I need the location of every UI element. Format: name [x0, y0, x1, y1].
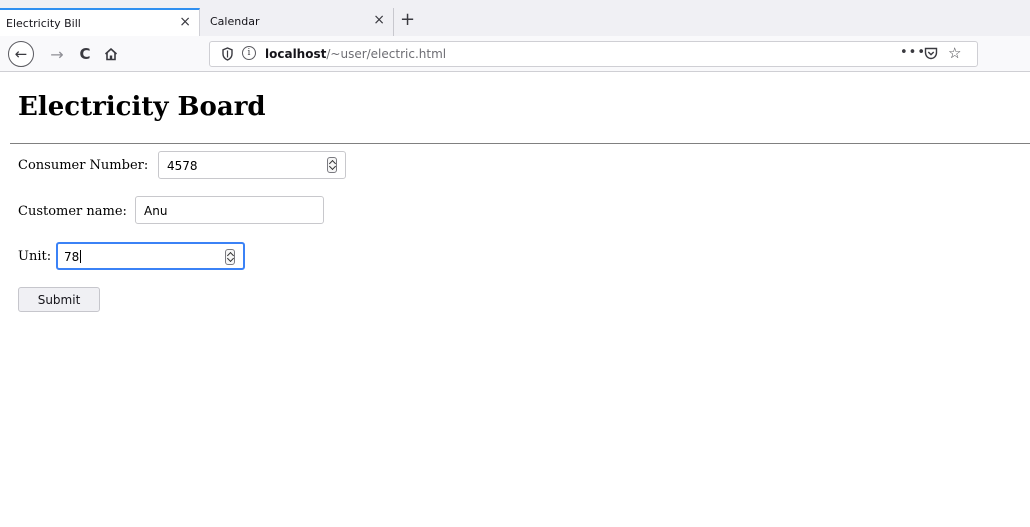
text-caret: [80, 250, 82, 263]
spinner-icon[interactable]: [327, 157, 337, 173]
forward-arrow-icon: →: [50, 44, 64, 64]
browser-window: Electricity Bill × Calendar × + ← → C i …: [0, 0, 1030, 527]
horizontal-rule: [10, 143, 1030, 144]
tab-title: Calendar: [210, 15, 260, 28]
tab-calendar[interactable]: Calendar ×: [201, 8, 394, 36]
tab-electricity-bill[interactable]: Electricity Bill ×: [0, 8, 200, 36]
page-content: Electricity Board Consumer Number: 4578 …: [10, 73, 1030, 527]
url-host: localhost: [265, 47, 327, 61]
customer-name-input[interactable]: Anu: [135, 196, 324, 224]
tab-strip: Electricity Bill × Calendar × +: [0, 0, 1030, 36]
tab-title: Electricity Bill: [6, 17, 81, 30]
back-button[interactable]: ←: [8, 41, 34, 67]
pocket-icon[interactable]: [924, 47, 938, 60]
reload-icon: C: [79, 45, 91, 63]
info-icon[interactable]: i: [242, 46, 256, 60]
reload-button[interactable]: C: [74, 41, 96, 67]
forward-button[interactable]: →: [46, 41, 68, 67]
consumer-number-label: Consumer Number:: [18, 158, 149, 173]
consumer-number-value: 4578: [167, 159, 198, 173]
url-text[interactable]: localhost/~user/electric.html: [265, 47, 446, 61]
close-icon[interactable]: ×: [179, 14, 191, 30]
unit-value: 78: [64, 250, 82, 264]
page-title: Electricity Board: [18, 92, 266, 122]
back-arrow-icon: ←: [14, 45, 28, 63]
more-icon[interactable]: •••: [900, 45, 926, 60]
home-button[interactable]: [100, 41, 122, 67]
unit-label: Unit:: [18, 249, 52, 264]
plus-icon[interactable]: +: [400, 10, 415, 30]
shield-icon[interactable]: [222, 47, 233, 61]
home-icon: [104, 48, 118, 61]
consumer-number-input[interactable]: 4578: [158, 151, 346, 179]
customer-name-value: Anu: [144, 204, 168, 218]
spinner-icon[interactable]: [225, 249, 235, 265]
url-bar[interactable]: i localhost/~user/electric.html ••• ☆: [209, 41, 978, 67]
url-path: /~user/electric.html: [326, 47, 447, 61]
submit-button[interactable]: Submit: [18, 287, 100, 312]
star-icon[interactable]: ☆: [948, 44, 961, 62]
unit-input[interactable]: 78: [56, 242, 245, 270]
customer-name-label: Customer name:: [18, 204, 127, 219]
close-icon[interactable]: ×: [373, 12, 385, 28]
